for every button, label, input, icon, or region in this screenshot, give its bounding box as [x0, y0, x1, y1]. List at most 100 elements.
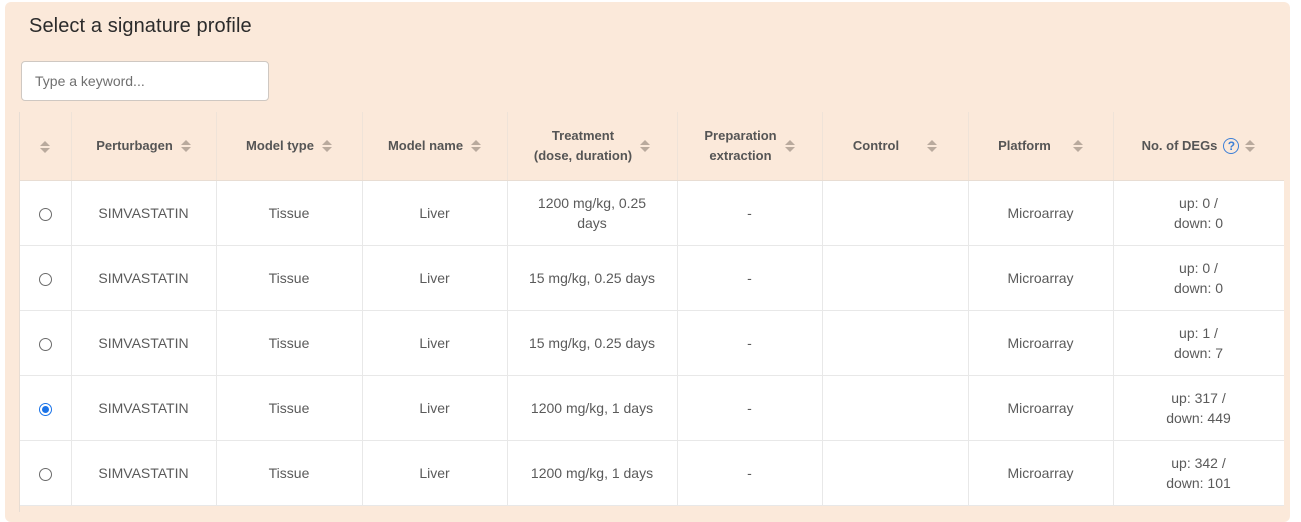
degs-down: down: 101	[1166, 475, 1231, 491]
header-perturbagen[interactable]: Perturbagen	[71, 112, 217, 181]
degs-down: down: 0	[1173, 280, 1224, 296]
treatment-cell: 1200 mg/kg, 0.25 days	[507, 180, 678, 246]
sort-icon[interactable]	[784, 140, 795, 152]
sort-icon[interactable]	[927, 140, 938, 152]
select-cell[interactable]	[20, 310, 72, 376]
model-type-cell: Tissue	[216, 440, 363, 506]
table-row[interactable]: SIMVASTATIN Tissue Liver 1200 mg/kg, 1 d…	[20, 375, 1284, 441]
control-cell	[822, 310, 969, 376]
header-select[interactable]	[20, 112, 72, 181]
degs-down: down: 449	[1166, 410, 1231, 426]
model-name-cell: Liver	[362, 180, 508, 246]
model-type-cell: Tissue	[216, 180, 363, 246]
model-type-cell: Tissue	[216, 310, 363, 376]
perturbagen-cell: SIMVASTATIN	[71, 245, 217, 311]
header-model-type[interactable]: Model type	[216, 112, 363, 181]
model-type-cell: Tissue	[216, 245, 363, 311]
model-name-cell: Liver	[362, 440, 508, 506]
model-name-cell: Liver	[362, 375, 508, 441]
preparation-cell: -	[677, 245, 823, 311]
radio-button[interactable]	[38, 337, 52, 351]
search-input[interactable]	[21, 61, 269, 101]
radio-button[interactable]	[38, 272, 52, 286]
header-label: Treatment	[551, 128, 615, 143]
treatment-cell: 15 mg/kg, 0.25 days	[507, 245, 678, 311]
model-name-cell: Liver	[362, 310, 508, 376]
platform-cell: Microarray	[968, 310, 1114, 376]
preparation-cell: -	[677, 180, 823, 246]
table-row[interactable]: SIMVASTATIN Tissue Liver 15 mg/kg, 0.25 …	[20, 310, 1284, 376]
treatment-duration: days	[577, 215, 607, 231]
sort-icon[interactable]	[40, 141, 51, 154]
perturbagen-cell: SIMVASTATIN	[71, 180, 217, 246]
perturbagen-cell: SIMVASTATIN	[71, 440, 217, 506]
radio-button[interactable]	[38, 402, 52, 416]
treatment-cell: 1200 mg/kg, 1 days	[507, 375, 678, 441]
preparation-cell: -	[677, 375, 823, 441]
degs-up: up: 0 /	[1179, 195, 1218, 211]
radio-button[interactable]	[38, 467, 52, 481]
header-label: Model name	[387, 138, 464, 153]
table-row[interactable]: SIMVASTATIN Tissue Liver 15 mg/kg, 0.25 …	[20, 245, 1284, 311]
degs-up: up: 0 /	[1179, 260, 1218, 276]
signature-profile-panel: Select a signature profile Type a keywor…	[5, 2, 1290, 522]
page-title: Select a signature profile	[29, 15, 252, 37]
degs-cell: up: 342 / down: 101	[1113, 440, 1284, 506]
sort-icon[interactable]	[471, 140, 482, 152]
header-label: Control	[852, 138, 900, 153]
header-label: Platform	[998, 138, 1051, 153]
header-label: Perturbagen	[96, 138, 173, 153]
degs-cell: up: 0 / down: 0	[1113, 245, 1284, 311]
degs-down: down: 7	[1173, 345, 1224, 361]
header-sublabel: (dose, duration)	[533, 148, 633, 163]
degs-down: down: 0	[1173, 215, 1224, 231]
header-platform[interactable]: Platform	[968, 112, 1114, 181]
preparation-cell: -	[677, 310, 823, 376]
header-label: Preparation	[704, 128, 777, 143]
sort-icon[interactable]	[1072, 140, 1083, 152]
header-control[interactable]: Control	[822, 112, 969, 181]
table-row[interactable]: SIMVASTATIN Tissue Liver 1200 mg/kg, 1 d…	[20, 440, 1284, 506]
profiles-table: Perturbagen Model type Model name Treatm…	[20, 112, 1284, 506]
control-cell	[822, 180, 969, 246]
control-cell	[822, 375, 969, 441]
sort-icon[interactable]	[1245, 140, 1256, 152]
platform-cell: Microarray	[968, 440, 1114, 506]
select-cell[interactable]	[20, 440, 72, 506]
sort-icon[interactable]	[321, 140, 332, 152]
model-name-cell: Liver	[362, 245, 508, 311]
perturbagen-cell: SIMVASTATIN	[71, 375, 217, 441]
degs-cell: up: 1 / down: 7	[1113, 310, 1284, 376]
treatment-cell: 1200 mg/kg, 1 days	[507, 440, 678, 506]
radio-button[interactable]	[38, 207, 52, 221]
header-preparation[interactable]: Preparation extraction	[677, 112, 823, 181]
table-header-row: Perturbagen Model type Model name Treatm…	[20, 112, 1284, 181]
sort-icon[interactable]	[180, 140, 191, 152]
preparation-cell: -	[677, 440, 823, 506]
degs-cell: up: 0 / down: 0	[1113, 180, 1284, 246]
header-sublabel: extraction	[709, 148, 772, 163]
select-cell[interactable]	[20, 180, 72, 246]
profiles-table-container[interactable]: Perturbagen Model type Model name Treatm…	[19, 112, 1284, 512]
sort-icon[interactable]	[640, 140, 651, 152]
control-cell	[822, 440, 969, 506]
header-model-name[interactable]: Model name	[362, 112, 508, 181]
table-row[interactable]: SIMVASTATIN Tissue Liver 1200 mg/kg, 0.2…	[20, 180, 1284, 246]
treatment-cell: 15 mg/kg, 0.25 days	[507, 310, 678, 376]
degs-up: up: 1 /	[1179, 325, 1218, 341]
treatment-dose: 1200 mg/kg, 0.25	[537, 195, 647, 211]
control-cell	[822, 245, 969, 311]
header-label: Model type	[246, 138, 314, 153]
select-cell[interactable]	[20, 245, 72, 311]
help-icon[interactable]: ?	[1223, 138, 1240, 154]
degs-cell: up: 317 / down: 449	[1113, 375, 1284, 441]
perturbagen-cell: SIMVASTATIN	[71, 310, 217, 376]
model-type-cell: Tissue	[216, 375, 363, 441]
platform-cell: Microarray	[968, 375, 1114, 441]
select-cell[interactable]	[20, 375, 72, 441]
degs-up: up: 342 /	[1171, 455, 1226, 471]
header-label: No. of DEGs	[1141, 138, 1218, 153]
header-treatment[interactable]: Treatment (dose, duration)	[507, 112, 678, 181]
platform-cell: Microarray	[968, 180, 1114, 246]
header-no-of-degs[interactable]: No. of DEGs ?	[1113, 112, 1284, 181]
